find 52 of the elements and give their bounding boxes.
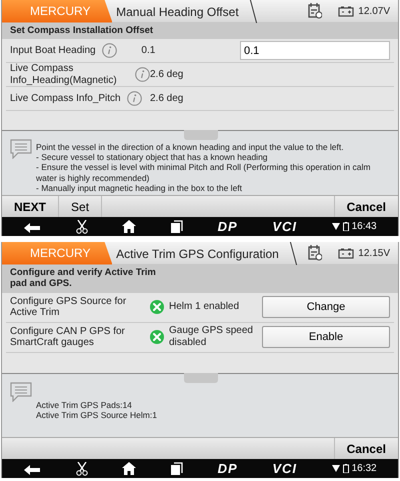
dp-logo[interactable]: DP [218,220,238,233]
recents-icon[interactable] [171,462,184,475]
section-title: Set Compass Installation Offset [10,25,154,36]
info-icon[interactable] [126,91,142,106]
battery-icon [342,222,349,231]
info-icon[interactable] [135,67,150,82]
field-label: Input Boat Heading [10,45,96,57]
field-label: Configure GPS Source for Active Trim [10,296,128,319]
field-label: Live Compass Info_Pitch [10,93,121,105]
wifi-icon [332,465,340,472]
clock-time: 16:43 [352,220,377,234]
recents-icon[interactable] [171,220,184,233]
back-icon[interactable] [23,220,42,232]
note-text: - Ensure the vessel is level with minimal Pitch and Roll (Performing this operation in calm water is highly recommended) [36,162,372,183]
field-label: Live Compass Info_Heading(Magnetic) [10,63,118,86]
note-text: - Secure vessel to stationary object that has a known heading [36,152,269,162]
home-icon[interactable] [122,462,136,475]
status-text: Gauge GPS speed disabled [169,325,254,350]
scissors-icon[interactable] [76,220,88,234]
battery-icon [342,464,349,473]
voltage-reading: 12.15V [358,246,390,260]
voltage-reading: 12.07V [358,4,390,18]
chat-icon [10,139,32,160]
section-title: Configure and verify Active Trim pad and GPS. [10,267,157,290]
expand-handle[interactable] [184,130,218,140]
input-field[interactable]: 0.1 [240,41,390,60]
dp-logo[interactable]: DP [218,462,238,475]
battery-icon [338,6,354,16]
action-button[interactable]: Enable [262,326,390,348]
wifi-icon [332,223,340,230]
vci-logo[interactable]: VCI [272,462,297,475]
note-text: Active Trim GPS Pads:14 [36,400,133,410]
info-icon[interactable] [102,43,117,58]
home-icon[interactable] [122,220,136,233]
field-value: 2.6 deg [150,92,184,106]
back-icon[interactable] [23,462,42,474]
calendar-icon[interactable] [308,3,322,19]
chat-icon [10,382,32,402]
status-text: Helm 1 enabled [169,301,240,314]
note-text: Point the vessel in the direction of a known heading and input the value to the left. [36,142,345,152]
note-text: - Manually input magnetic heading in the box to the left [36,182,244,193]
battery-icon [338,248,354,258]
note-text: Active Trim GPS Source Helm:1 [36,410,158,420]
field-value: 0.1 [141,44,156,58]
clock-time: 16:32 [352,462,377,476]
field-label: Configure CAN P GPS for SmartCraft gauges [10,326,126,349]
calendar-icon[interactable] [308,245,322,261]
expand-handle[interactable] [184,373,218,383]
action-button[interactable]: Change [262,296,390,318]
field-value: 2.6 deg [150,68,184,82]
scissors-icon[interactable] [76,462,88,476]
vci-logo[interactable]: VCI [272,220,297,233]
